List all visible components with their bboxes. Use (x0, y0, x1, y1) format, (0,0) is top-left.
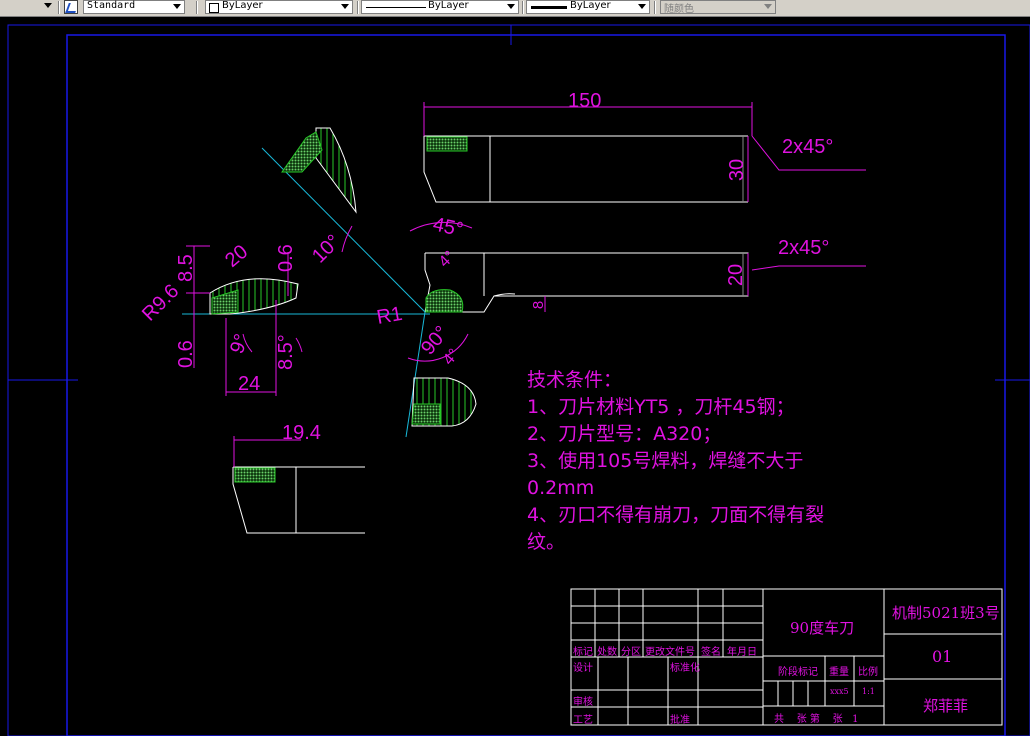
chevron-down-icon (173, 4, 181, 9)
title-block: 90度车刀 机制5021班3号 01 郑菲菲 标记 处数 分区 更改文件号 签名… (0, 17, 1030, 736)
chevron-down-icon (44, 3, 52, 8)
toolbar-separator (196, 1, 198, 14)
h-sheji: 设计 (573, 663, 593, 674)
h-fenqu: 分区 (621, 647, 641, 658)
chevron-down-icon (341, 4, 349, 9)
color-swatch-icon (209, 3, 219, 13)
h-gongyi: 工艺 (573, 715, 593, 726)
text-style-select[interactable]: Standard (83, 0, 185, 14)
v-scale: 1:1 (862, 687, 875, 696)
h-biaoji: 标记 (573, 647, 593, 658)
linetype-value: ByLayer (428, 0, 469, 11)
h-pizhun: 批准 (670, 715, 690, 726)
properties-toolbar: Standard ByLayer ByLayer ByLayer 随颜色 (0, 0, 1030, 17)
linetype-select[interactable]: ByLayer (361, 0, 519, 14)
drawing-number: 01 (932, 647, 953, 666)
v-weight: xxx5 (830, 687, 849, 696)
plot-style-value: 随颜色 (664, 4, 694, 15)
h-zhongliang: 重量 (829, 667, 849, 678)
layer-color-select[interactable]: ByLayer (205, 0, 353, 14)
toolbar-separator (522, 1, 524, 14)
text-style-icon[interactable] (64, 0, 79, 14)
toolbar-separator (58, 1, 60, 14)
plot-style-select[interactable]: 随颜色 (660, 0, 776, 15)
h-qianming: 签名 (701, 647, 721, 658)
lineweight-preview (531, 6, 567, 9)
toolbar-separator (357, 1, 359, 14)
author-name: 郑菲菲 (923, 697, 969, 715)
h-shenhe: 审核 (573, 697, 593, 708)
h-chushu: 处数 (597, 647, 617, 658)
chevron-down-icon (764, 4, 772, 9)
lineweight-value: ByLayer (570, 0, 611, 11)
toolbar-separator (654, 1, 656, 14)
linetype-preview (366, 7, 426, 8)
lineweight-select[interactable]: ByLayer (526, 0, 650, 14)
layer-color-value: ByLayer (222, 0, 263, 11)
prev-dropdown[interactable] (0, 0, 55, 14)
sheet-info: 共 张 第 张 1 (774, 714, 859, 725)
h-gengai: 更改文件号 (645, 647, 695, 658)
h-nianyueri: 年月日 (727, 647, 757, 658)
h-bili: 比例 (858, 667, 878, 678)
chevron-down-icon (507, 4, 515, 9)
h-jieduan: 阶段标记 (778, 667, 818, 678)
chevron-down-icon (638, 4, 646, 9)
part-name: 90度车刀 (790, 619, 855, 637)
class-label: 机制5021班3号 (892, 604, 1000, 622)
h-biaozhunhua: 标准化 (670, 663, 700, 674)
text-style-value: Standard (87, 0, 136, 11)
drawing-canvas[interactable]: 150 2x45° 2x45° 30 20 8 19.4 10° 45° 4° … (0, 17, 1030, 736)
